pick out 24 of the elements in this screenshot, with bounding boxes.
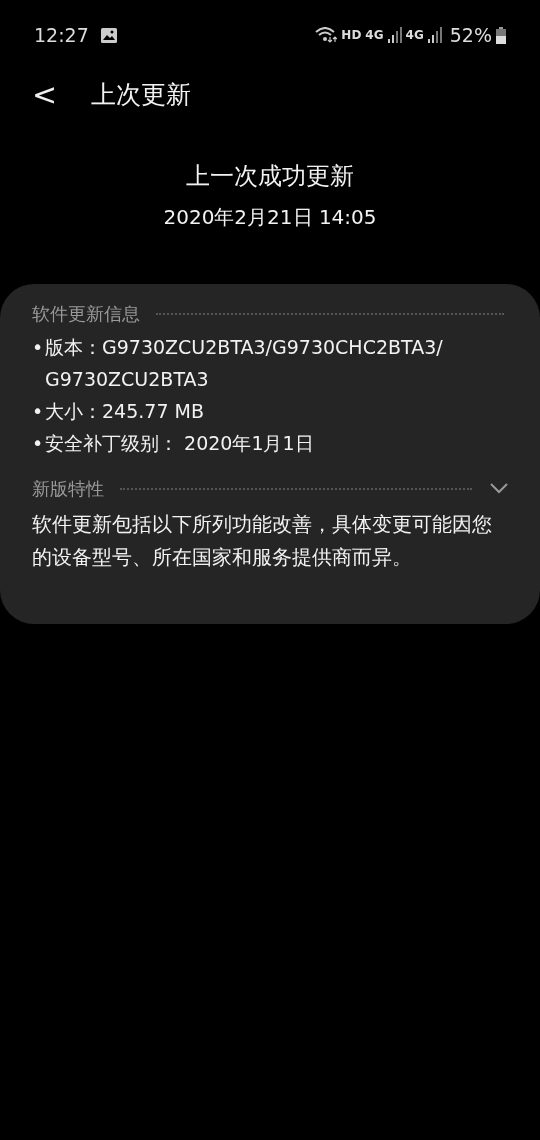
chevron-icon[interactable] (490, 483, 508, 494)
update-heading: 上一次成功更新 (185, 161, 355, 192)
info-item: 大小：245.77 MB (45, 399, 204, 424)
network-label: HD (341, 27, 362, 44)
back-button[interactable]: < (24, 80, 66, 110)
network-label: 4G (365, 27, 384, 44)
info-item: 版本：G9730ZCU2BTA3/G9730CHC2BTA3/G9730ZCU2BTA3 (45, 335, 444, 392)
bullet: • (32, 335, 45, 360)
status-time: 12:27 (34, 22, 89, 48)
signal-icon (427, 27, 442, 43)
section-title: 新版特性 (32, 477, 104, 501)
update-date: 2020年2月21日 14:05 (162, 204, 378, 231)
bullet: • (32, 431, 45, 456)
battery-text: 52% (449, 22, 492, 48)
signal-icon (387, 27, 402, 43)
section-title: 软件更新信息 (32, 302, 140, 326)
gallery-icon (100, 27, 117, 43)
network-label: 4G (405, 27, 424, 44)
description-text: 软件更新包括以下所列功能改善，具体变更可能因您的设备型号、所在国家和服务提供商而异。 (32, 511, 493, 571)
bullet: • (32, 399, 45, 424)
wifi-icon (315, 27, 338, 43)
page-title: 上次更新 (91, 79, 192, 112)
info-item: 安全补丁级别： 2020年1月1日 (45, 431, 314, 456)
battery-icon (496, 26, 506, 44)
